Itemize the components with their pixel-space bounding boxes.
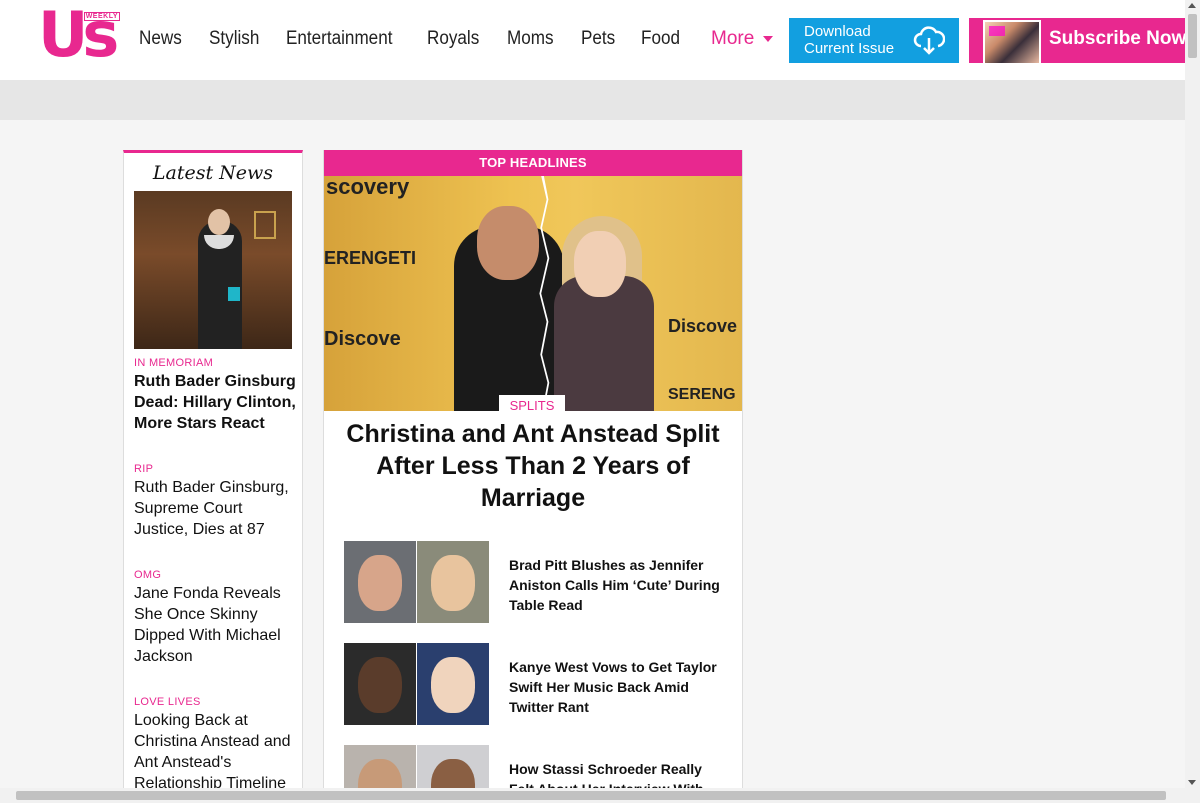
download-issue-button[interactable]: Download Current Issue	[789, 18, 959, 63]
latest-news-item[interactable]: RIP Ruth Bader Ginsburg, Supreme Court J…	[134, 463, 299, 540]
latest-news-photo[interactable]	[134, 191, 292, 349]
more-label: More	[711, 28, 755, 49]
caret-down-icon	[763, 36, 774, 42]
figure-accent	[228, 287, 240, 301]
latest-news-item[interactable]: Love Lives Looking Back at Christina Ans…	[134, 696, 299, 794]
scroll-down-arrow-icon[interactable]	[1188, 780, 1196, 785]
hero-image[interactable]: scovery ERENGETI Discove Discove SERENG	[324, 176, 742, 411]
subscribe-label: Subscribe Now	[1049, 28, 1187, 49]
main-nav: News Stylish Entertainment Royals Moms P…	[139, 26, 706, 52]
cloud-download-icon	[913, 26, 945, 55]
thumb-left	[344, 643, 416, 725]
nav-item-pets[interactable]: Pets	[581, 26, 615, 52]
latest-item-title[interactable]: Ruth Bader Ginsburg Dead: Hillary Clinto…	[134, 371, 299, 434]
latest-item-title[interactable]: Jane Fonda Reveals She Once Skinny Dippe…	[134, 583, 299, 667]
hero-bg-text: scovery	[326, 176, 410, 199]
scroll-up-arrow-icon[interactable]	[1188, 3, 1196, 8]
latest-item-title[interactable]: Ruth Bader Ginsburg, Supreme Court Justi…	[134, 477, 299, 540]
vertical-scrollbar[interactable]	[1185, 0, 1200, 803]
story-thumbnail[interactable]	[344, 643, 489, 725]
latest-news-item[interactable]: In Memoriam Ruth Bader Ginsburg Dead: Hi…	[134, 357, 299, 434]
horizontal-scrollbar[interactable]	[0, 788, 1185, 803]
nav-item-stylish[interactable]: Stylish	[209, 26, 259, 52]
download-label-line1: Download	[804, 23, 871, 40]
download-label-line2: Current Issue	[804, 40, 895, 57]
latest-news-panel: Latest News In Memoriam Ruth Bader Ginsb…	[123, 150, 303, 800]
nav-item-news[interactable]: News	[139, 26, 182, 52]
latest-item-kicker: In Memoriam	[134, 357, 214, 369]
hero-bg-text: SERENG	[668, 386, 736, 403]
latest-item-title[interactable]: Looking Back at Christina Anstead and An…	[134, 710, 299, 794]
thumb-right	[417, 643, 489, 725]
figure-face	[208, 209, 230, 235]
hero-category-tag[interactable]: SPLITS	[499, 395, 565, 417]
nav-item-food[interactable]: Food	[641, 26, 680, 52]
nav-item-royals[interactable]: Royals	[427, 26, 479, 52]
story-title[interactable]: Brad Pitt Blushes as Jennifer Aniston Ca…	[509, 555, 724, 615]
story-card[interactable]: Brad Pitt Blushes as Jennifer Aniston Ca…	[344, 541, 724, 623]
thumb-left	[344, 541, 416, 623]
ad-banner-area	[0, 80, 1185, 120]
hero-bg-text: ERENGETI	[324, 248, 417, 268]
story-card[interactable]: Kanye West Vows to Get Taylor Swift Her …	[344, 643, 724, 725]
scrollbar-thumb[interactable]	[1188, 14, 1197, 58]
top-headlines-panel: TOP HEADLINES scovery ERENGETI Discove D…	[323, 150, 743, 803]
scrollbar-thumb[interactable]	[16, 791, 1166, 800]
logo-weekly-tag: WEEKLY	[83, 12, 120, 21]
thumb-right	[417, 541, 489, 623]
logo-wordmark: Us	[38, 0, 119, 71]
more-menu-button[interactable]: More	[711, 26, 774, 52]
latest-item-kicker: RIP	[134, 463, 154, 475]
latest-news-heading: Latest News	[152, 162, 274, 184]
story-title[interactable]: Kanye West Vows to Get Taylor Swift Her …	[509, 657, 724, 717]
hero-face-right	[574, 231, 626, 297]
top-headlines-label: TOP HEADLINES	[324, 150, 742, 176]
subscribe-button[interactable]: Subscribe Now	[969, 18, 1187, 63]
hero-face-left	[477, 206, 539, 280]
latest-item-kicker: Love Lives	[134, 696, 201, 708]
hero-bg-text: Discove	[324, 328, 401, 350]
latest-news-item[interactable]: OMG Jane Fonda Reveals She Once Skinny D…	[134, 569, 299, 667]
magazine-cover-image	[983, 20, 1041, 63]
us-weekly-logo[interactable]: Us WEEKLY	[38, 0, 124, 70]
nav-item-entertainment[interactable]: Entertainment	[286, 26, 392, 52]
picture-frame	[254, 211, 276, 239]
hero-bg-text: Discove	[668, 316, 738, 336]
nav-item-moms[interactable]: Moms	[507, 26, 554, 52]
site-header: Us WEEKLY News Stylish Entertainment Roy…	[0, 0, 1187, 80]
story-thumbnail[interactable]	[344, 541, 489, 623]
latest-item-kicker: OMG	[134, 569, 162, 581]
hero-headline[interactable]: Christina and Ant Anstead Split After Le…	[344, 418, 722, 514]
